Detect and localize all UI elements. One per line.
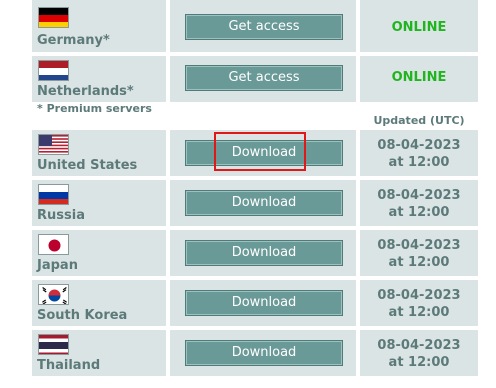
updated-cell: 08-04-2023 at 12:00 (360, 180, 478, 226)
japan-flag-icon (38, 234, 69, 255)
updated-date: 08-04-2023 (377, 138, 461, 153)
download-button[interactable]: Download (185, 240, 343, 266)
action-cell: Get access (170, 0, 356, 52)
updated-time: at 12:00 (388, 305, 450, 320)
premium-note: * Premium servers (37, 102, 152, 115)
action-cell: Get access (170, 56, 356, 102)
updated-date: 08-04-2023 (377, 238, 461, 253)
updated-cell: 08-04-2023 at 12:00 (360, 330, 478, 376)
updated-header: Updated (UTC) (373, 114, 465, 127)
country-name: Russia (37, 208, 85, 223)
country-cell: United States (32, 130, 166, 176)
updated-time: at 12:00 (388, 155, 450, 170)
server-row-russia: Russia Download 08-04-2023 at 12:00 (32, 180, 478, 226)
country-name: United States (37, 158, 138, 173)
status-online: ONLINE (391, 70, 447, 85)
status-online: ONLINE (391, 20, 447, 35)
server-row-japan: Japan Download 08-04-2023 at 12:00 (32, 230, 478, 276)
get-access-button[interactable]: Get access (185, 14, 343, 40)
country-cell: Russia (32, 180, 166, 226)
updated-time: at 12:00 (388, 255, 450, 270)
country-name: South Korea (37, 308, 128, 323)
country-cell: Thailand (32, 330, 166, 376)
country-cell: Netherlands* (32, 56, 166, 102)
action-cell: Download (170, 230, 356, 276)
updated-cell: 08-04-2023 at 12:00 (360, 280, 478, 326)
download-button[interactable]: Download (185, 340, 343, 366)
updated-date: 08-04-2023 (377, 188, 461, 203)
usa-flag-icon (38, 134, 69, 155)
thailand-flag-icon (38, 334, 69, 355)
country-name: Netherlands* (37, 84, 134, 99)
server-row-netherlands: Netherlands* Get access ONLINE (32, 56, 478, 102)
server-row-united-states: United States Download 08-04-2023 at 12:… (32, 130, 478, 176)
updated-time: at 12:00 (388, 355, 450, 370)
updated-date: 08-04-2023 (377, 338, 461, 353)
country-name: Japan (37, 258, 78, 273)
server-row-thailand: Thailand Download 08-04-2023 at 12:00 (32, 330, 478, 376)
status-cell: ONLINE (360, 0, 478, 52)
south-korea-flag-icon (38, 284, 69, 305)
server-row-germany: Germany* Get access ONLINE (32, 0, 478, 52)
updated-cell: 08-04-2023 at 12:00 (360, 230, 478, 276)
status-cell: ONLINE (360, 56, 478, 102)
action-cell: Download (170, 130, 356, 176)
country-cell: Japan (32, 230, 166, 276)
action-cell: Download (170, 180, 356, 226)
download-button[interactable]: Download (185, 190, 343, 216)
country-cell: Germany* (32, 0, 166, 52)
get-access-button[interactable]: Get access (185, 65, 343, 91)
updated-date: 08-04-2023 (377, 288, 461, 303)
action-cell: Download (170, 330, 356, 376)
country-name: Germany* (37, 33, 110, 48)
germany-flag-icon (38, 7, 69, 28)
russia-flag-icon (38, 184, 69, 205)
action-cell: Download (170, 280, 356, 326)
download-button[interactable]: Download (185, 290, 343, 316)
country-name: Thailand (37, 358, 101, 373)
download-button[interactable]: Download (185, 140, 343, 166)
server-row-south-korea: South Korea Download 08-04-2023 at 12:00 (32, 280, 478, 326)
country-cell: South Korea (32, 280, 166, 326)
updated-cell: 08-04-2023 at 12:00 (360, 130, 478, 176)
updated-time: at 12:00 (388, 205, 450, 220)
netherlands-flag-icon (38, 60, 69, 81)
